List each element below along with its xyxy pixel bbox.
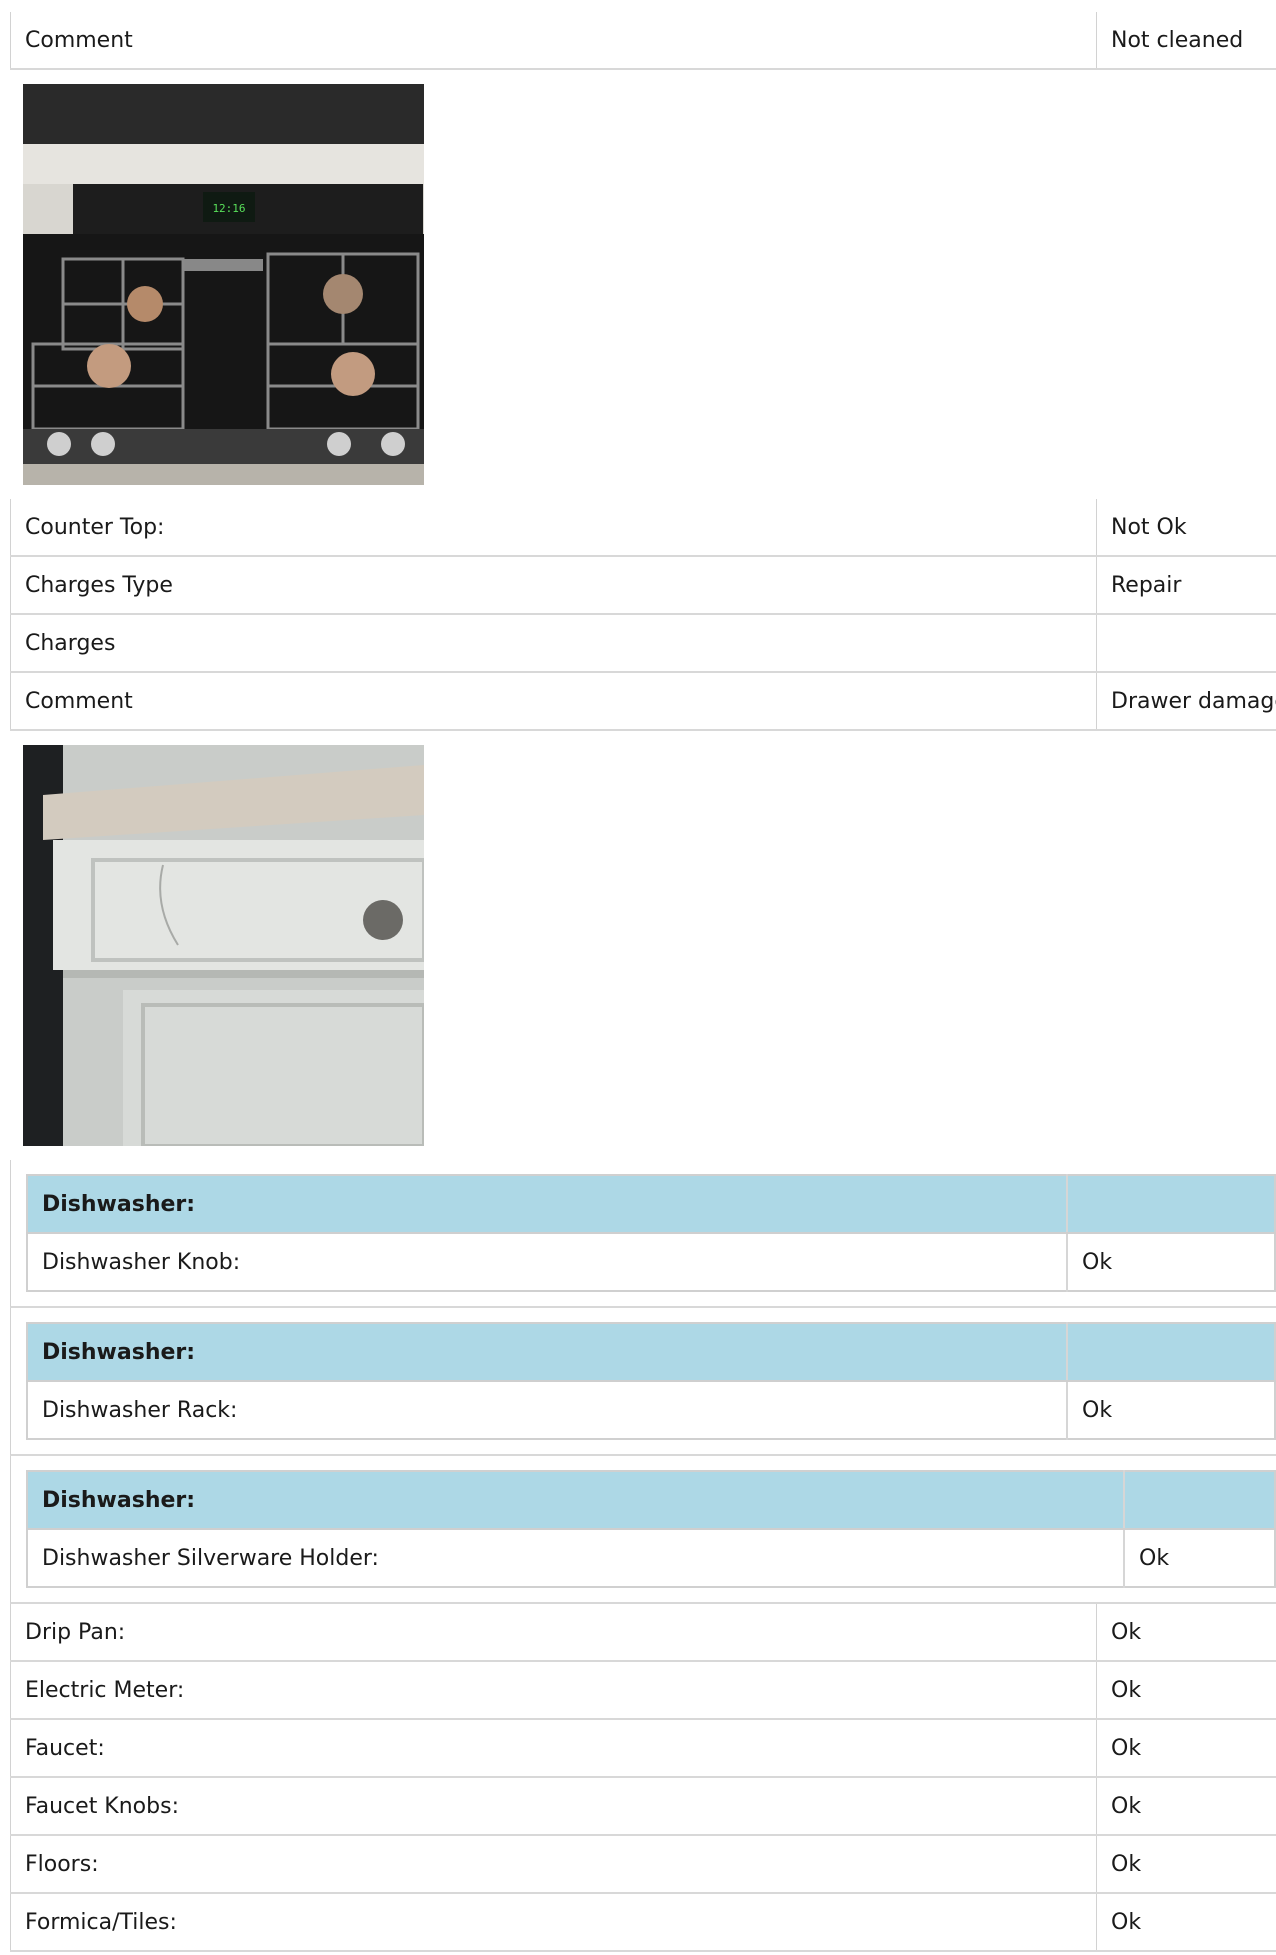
- table-row: Charges: [10, 614, 1276, 673]
- row-label: Formica/Tiles:: [10, 1893, 1097, 1952]
- comment-table: Comment Not cleaned: [10, 12, 1276, 70]
- row-label: Comment: [10, 12, 1097, 70]
- dishwasher-table: Dishwasher: Dishwasher Silverware Holder…: [26, 1470, 1276, 1588]
- row-value: Ok: [1096, 1661, 1276, 1720]
- inspection-report: Comment Not cleaned 12:16 Counter Top: N…: [10, 12, 1276, 1952]
- row-value: Not Ok: [1096, 499, 1276, 557]
- row-value: Drawer damaged: [1096, 672, 1276, 731]
- section-header: Dishwasher:: [27, 1471, 1275, 1530]
- stove-photo[interactable]: 12:16: [23, 84, 424, 485]
- row-label: Faucet Knobs:: [10, 1777, 1097, 1836]
- dishwasher-knob-section: Dishwasher: Dishwasher Knob: Ok: [10, 1160, 1276, 1308]
- section-header-empty: [1066, 1323, 1275, 1382]
- table-row: Charges Type Repair: [10, 556, 1276, 615]
- row-value: Ok: [1066, 1381, 1275, 1439]
- countertop-table: Counter Top: Not Ok Charges Type Repair …: [10, 499, 1276, 731]
- table-row: Comment Drawer damaged: [10, 672, 1276, 731]
- row-label: Drip Pan:: [10, 1604, 1097, 1662]
- dishwasher-table: Dishwasher: Dishwasher Knob: Ok: [26, 1174, 1276, 1292]
- row-label: Dishwasher Silverware Holder:: [42, 1545, 379, 1571]
- dishwasher-rack-section: Dishwasher: Dishwasher Rack: Ok: [10, 1308, 1276, 1456]
- table-row: Electric Meter: Ok: [10, 1661, 1276, 1720]
- row-value: Ok: [1096, 1777, 1276, 1836]
- table-row: Dishwasher Rack: Ok: [27, 1381, 1275, 1439]
- section-title: Dishwasher:: [27, 1323, 1067, 1382]
- dishwasher-silverware-section: Dishwasher: Dishwasher Silverware Holder…: [10, 1456, 1276, 1604]
- section-title: Dishwasher:: [27, 1471, 1124, 1530]
- dishwasher-table: Dishwasher: Dishwasher Rack: Ok: [26, 1322, 1276, 1440]
- row-label: Faucet:: [10, 1719, 1097, 1778]
- row-value: Ok: [1096, 1604, 1276, 1662]
- row-label: Comment: [10, 672, 1097, 731]
- row-label: Dishwasher Rack:: [42, 1397, 238, 1423]
- row-label: Charges Type: [10, 556, 1097, 615]
- table-row: Counter Top: Not Ok: [10, 499, 1276, 557]
- row-value: Ok: [1123, 1529, 1275, 1587]
- row-label: Counter Top:: [10, 499, 1097, 557]
- row-value: [1096, 614, 1276, 673]
- table-row: Faucet: Ok: [10, 1719, 1276, 1778]
- table-row: Faucet Knobs: Ok: [10, 1777, 1276, 1836]
- table-row: Dishwasher Knob: Ok: [27, 1233, 1275, 1291]
- stove-clock-display: 12:16: [212, 202, 245, 215]
- row-label: Dishwasher Knob:: [42, 1249, 241, 1275]
- row-value: Repair: [1096, 556, 1276, 615]
- row-value: Ok: [1096, 1719, 1276, 1778]
- row-label: Electric Meter:: [10, 1661, 1097, 1720]
- row-value: Ok: [1066, 1233, 1275, 1291]
- row-label: Floors:: [10, 1835, 1097, 1894]
- items-table: Drip Pan: Ok Electric Meter: Ok Faucet: …: [10, 1604, 1276, 1952]
- row-value: Not cleaned: [1096, 12, 1276, 70]
- section-header: Dishwasher:: [27, 1323, 1275, 1382]
- section-header: Dishwasher:: [27, 1175, 1275, 1234]
- table-row: Comment Not cleaned: [10, 12, 1276, 70]
- table-row: Floors: Ok: [10, 1835, 1276, 1894]
- table-row: Formica/Tiles: Ok: [10, 1893, 1276, 1952]
- row-value: Ok: [1096, 1893, 1276, 1952]
- section-header-empty: [1066, 1175, 1275, 1234]
- section-title: Dishwasher:: [27, 1175, 1067, 1234]
- section-header-empty: [1123, 1471, 1275, 1530]
- row-label: Charges: [10, 614, 1097, 673]
- row-value: Ok: [1096, 1835, 1276, 1894]
- table-row: Dishwasher Silverware Holder: Ok: [27, 1529, 1275, 1587]
- table-row: Drip Pan: Ok: [10, 1604, 1276, 1662]
- countertop-photo[interactable]: [23, 745, 424, 1146]
